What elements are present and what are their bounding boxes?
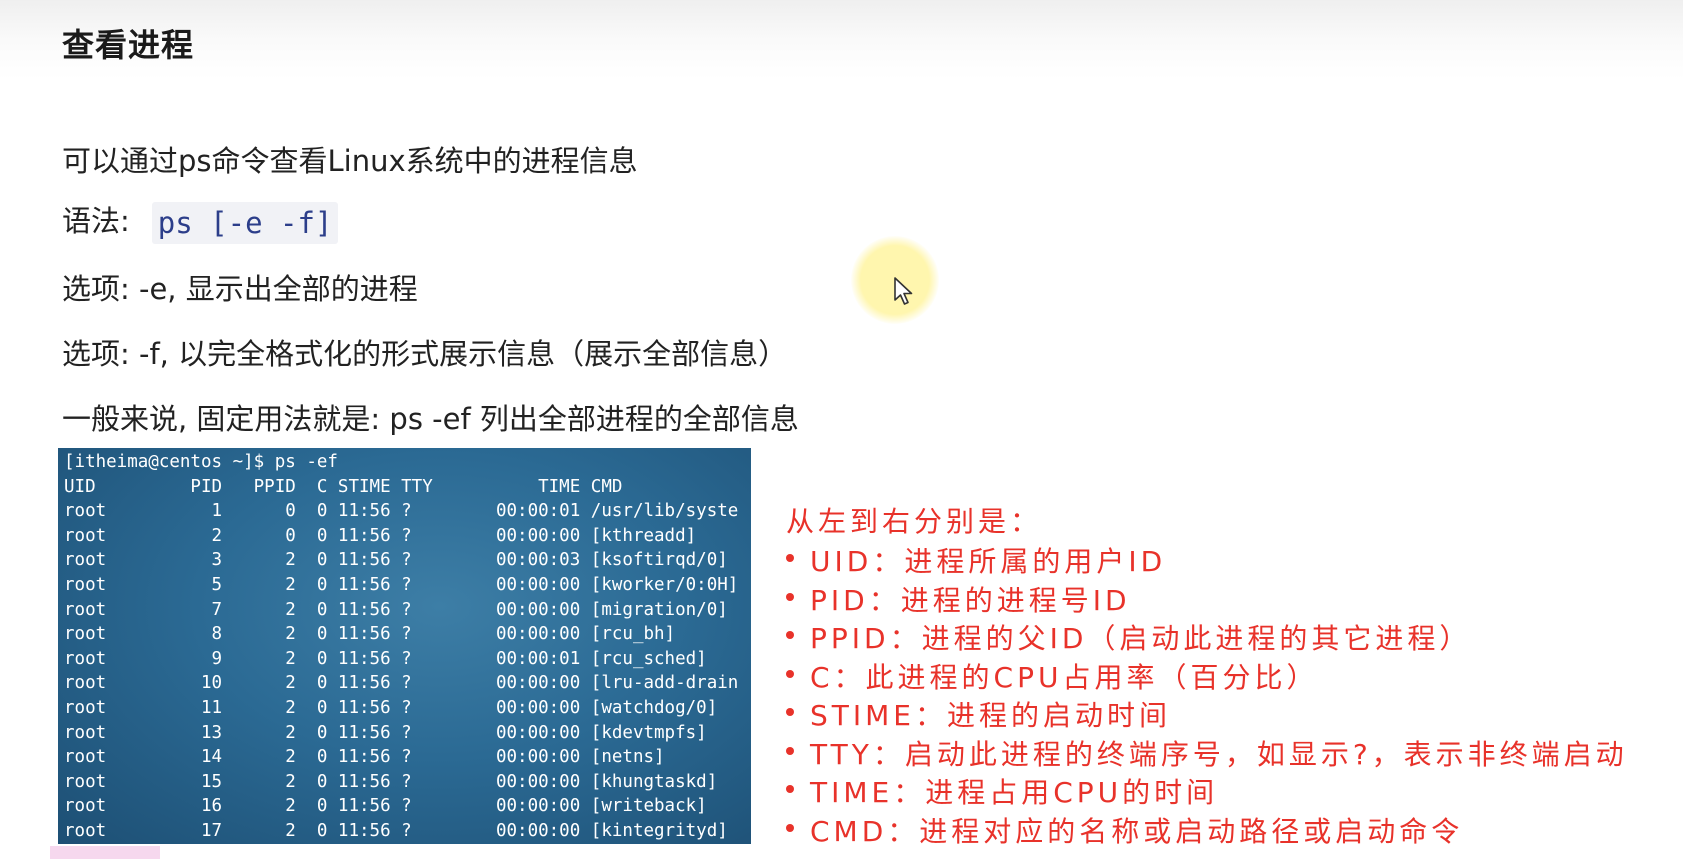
syntax-line: 语法: ps [-e -f]: [62, 198, 339, 244]
mouse-pointer-icon: [894, 277, 913, 305]
terminal-row: root 11 2 0 11:56 ? 00:00:00 [watchdog/0…: [64, 697, 718, 718]
terminal-row: UID PID PPID C STIME TTY TIME CMD: [64, 476, 623, 497]
note-text: TTY：启动此进程的终端序号，如显示?，表示非终端启动: [810, 737, 1628, 771]
bullet-icon: [786, 592, 794, 601]
terminal-row: root 9 2 0 11:56 ? 00:00:01 [rcu_sched]: [64, 648, 707, 669]
list-item: UID：进程所属的用户ID: [786, 540, 1628, 579]
note-text: C：此进程的CPU占用率（百分比）: [810, 660, 1319, 694]
note-text: UID：进程所属的用户ID: [810, 545, 1167, 578]
list-item: TTY：启动此进程的终端序号，如显示?，表示非终端启动: [786, 733, 1628, 772]
note-text: TIME：进程占用CPU的时间: [810, 776, 1219, 809]
notes-heading: 从左到右分别是：: [786, 505, 1043, 538]
terminal-row: root 13 2 0 11:56 ? 00:00:00 [kdevtmpfs]: [64, 722, 707, 743]
terminal-output: [itheima@centos ~]$ ps -ef UID PID PPID …: [58, 448, 751, 844]
list-item: PPID：进程的父ID（启动此进程的其它进程）: [786, 617, 1628, 656]
terminal-row: root 14 2 0 11:56 ? 00:00:00 [netns]: [64, 747, 665, 768]
syntax-code: ps [-e -f]: [151, 202, 339, 244]
list-item: PID：进程的进程号ID: [786, 579, 1628, 618]
terminal-row: root 5 2 0 11:56 ? 00:00:00 [kworker/0:0…: [64, 574, 739, 595]
page-title: 查看进程: [62, 26, 195, 64]
option-f-text: 选项: -f, 以完全格式化的形式展示信息（展示全部信息）: [62, 337, 788, 371]
terminal-row: root 10 2 0 11:56 ? 00:00:00 [lru-add-dr…: [64, 673, 739, 694]
terminal-row: root 7 2 0 11:56 ? 00:00:00 [migration/0…: [64, 599, 728, 620]
bullet-icon: [786, 631, 794, 639]
terminal-row: root 16 2 0 11:56 ? 00:00:00 [writeback]: [64, 796, 707, 817]
bullet-icon: [786, 785, 794, 793]
bullet-icon: [786, 746, 794, 755]
terminal-row: root 15 2 0 11:56 ? 00:00:00 [khungtaskd…: [64, 771, 718, 792]
intro-text: 可以通过ps命令查看Linux系统中的进程信息: [62, 144, 638, 178]
list-item: STIME：进程的启动时间: [786, 694, 1628, 733]
terminal-row: root 8 2 0 11:56 ? 00:00:00 [rcu_bh]: [64, 624, 676, 645]
decorative-strip: [50, 846, 160, 859]
terminal-row: [itheima@centos ~]$ ps -ef: [64, 452, 338, 472]
notes-list: UID：进程所属的用户ID PID：进程的进程号ID PPID：进程的父ID（启…: [786, 540, 1628, 848]
terminal-row: root 2 0 0 11:56 ? 00:00:00 [kthreadd]: [64, 525, 697, 546]
note-text: PID：进程的进程号ID: [810, 583, 1131, 617]
terminal-row: root 1 0 0 11:56 ? 00:00:01 /usr/lib/sys…: [64, 501, 739, 522]
bullet-icon: [786, 554, 794, 562]
note-text: STIME：进程的启动时间: [810, 699, 1171, 732]
bullet-icon: [786, 708, 794, 716]
terminal-row: root 17 2 0 11:56 ? 00:00:00 [kintegrity…: [64, 820, 728, 841]
bullet-icon: [786, 669, 794, 678]
note-text: CMD：进程对应的名称或启动路径或启动命令: [810, 814, 1464, 848]
option-e-text: 选项: -e, 显示出全部的进程: [62, 272, 418, 306]
bullet-icon: [786, 823, 794, 832]
annotation-notes: 从左到右分别是： UID：进程所属的用户ID PID：进程的进程号ID PPID…: [786, 500, 1628, 848]
note-text: PPID：进程的父ID（启动此进程的其它进程）: [810, 622, 1472, 655]
list-item: C：此进程的CPU占用率（百分比）: [786, 656, 1628, 695]
list-item: CMD：进程对应的名称或启动路径或启动命令: [786, 810, 1628, 849]
usage-text: 一般来说, 固定用法就是: ps -ef 列出全部进程的全部信息: [62, 402, 799, 436]
syntax-label: 语法:: [62, 204, 130, 238]
list-item: TIME：进程占用CPU的时间: [786, 771, 1628, 810]
terminal-row: root 3 2 0 11:56 ? 00:00:03 [ksoftirqd/0…: [64, 550, 728, 571]
